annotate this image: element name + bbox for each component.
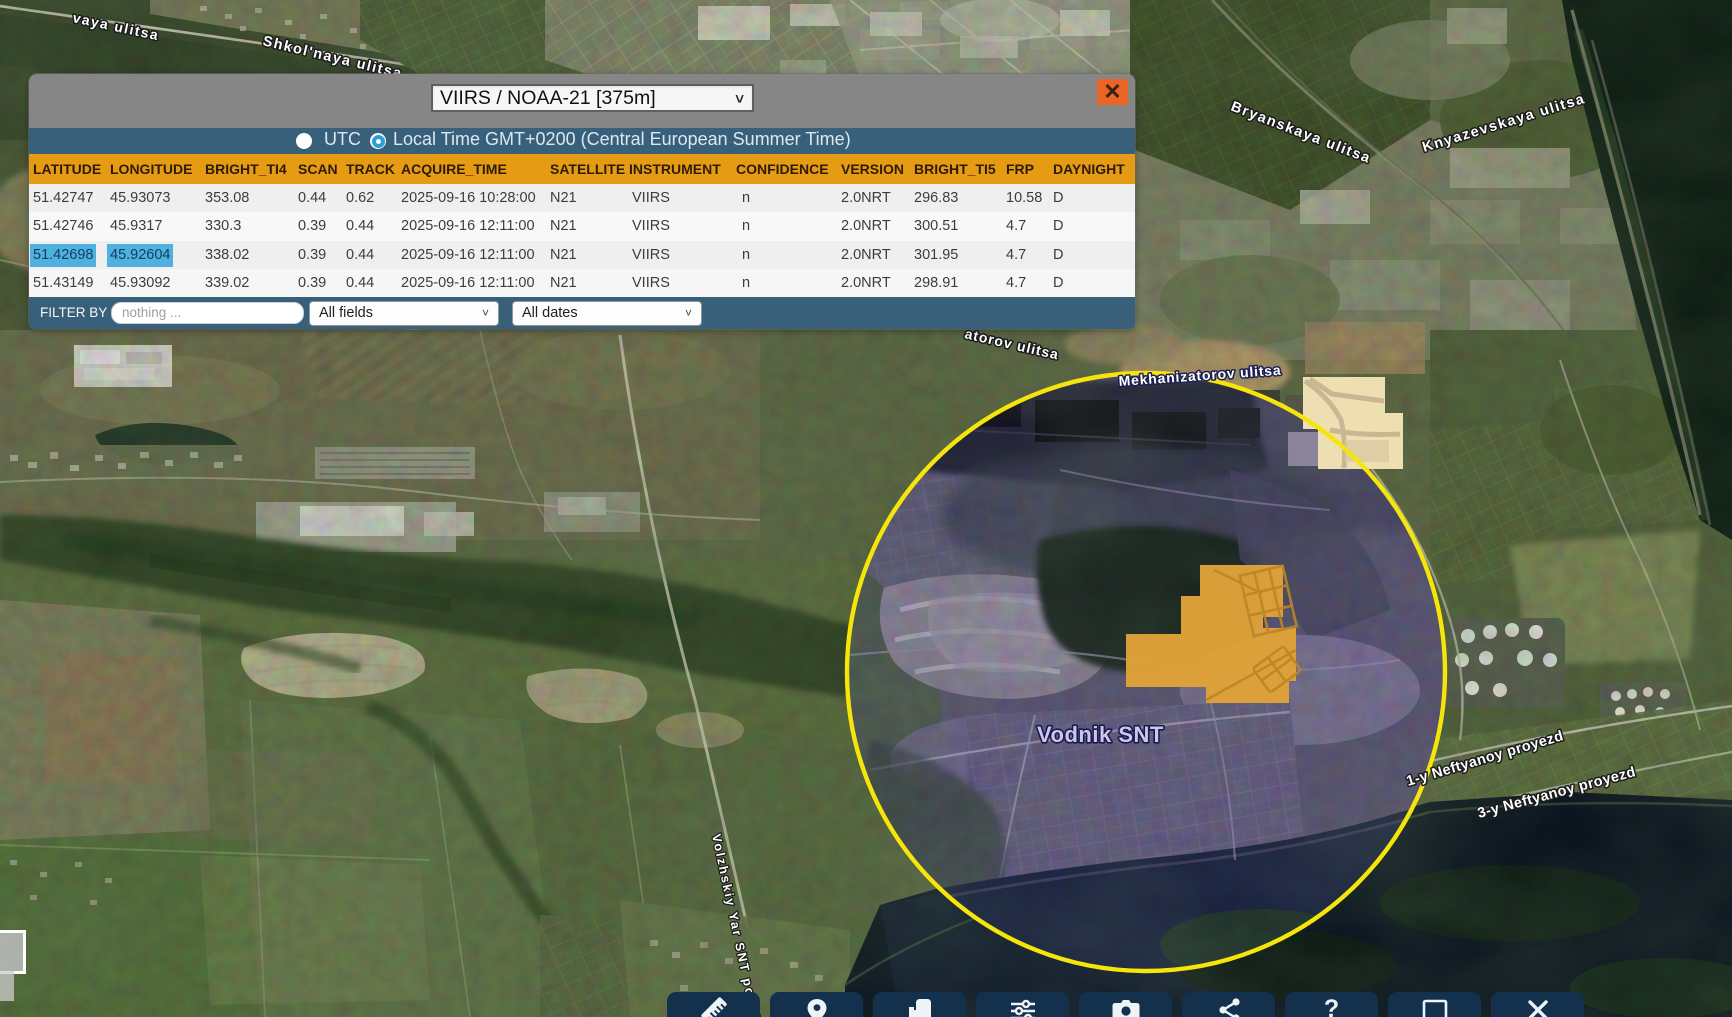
svg-text:Vodnik SNT: Vodnik SNT	[1037, 722, 1164, 747]
